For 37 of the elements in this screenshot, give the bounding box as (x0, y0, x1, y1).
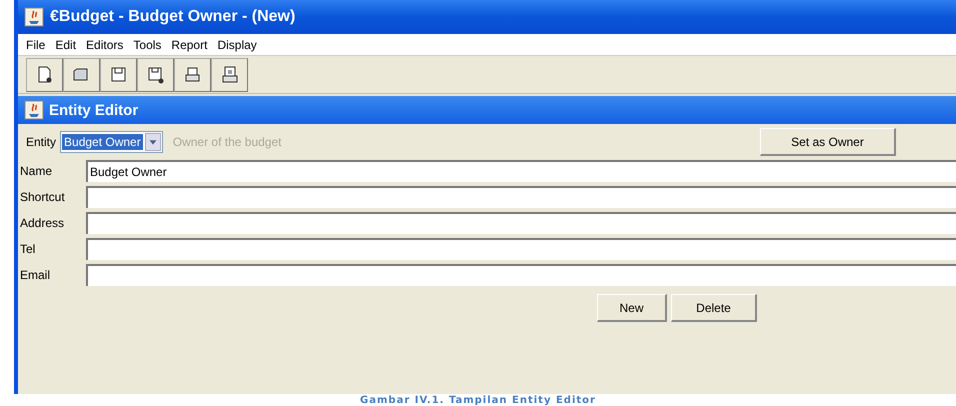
app-icon (24, 7, 44, 27)
window-title: €Budget - Budget Owner - (New) (50, 8, 296, 26)
toolbar-button[interactable] (63, 58, 100, 92)
menu-item[interactable]: File (22, 38, 50, 52)
print-preview-icon (220, 65, 239, 84)
save-as-icon (146, 65, 165, 84)
toolbar-button[interactable] (211, 58, 248, 92)
printer-icon (183, 65, 202, 84)
entity-dropdown[interactable]: Budget Owner (60, 131, 163, 153)
toolbar-button[interactable] (26, 58, 63, 92)
text-field[interactable]: Budget Owner (86, 160, 956, 182)
menu-item[interactable]: Tools (129, 38, 166, 52)
action-button[interactable]: Delete (671, 294, 757, 322)
menu-item[interactable]: Display (213, 38, 261, 52)
toolbar-button[interactable] (137, 58, 174, 92)
frame-title: Entity Editor (49, 102, 138, 118)
text-field[interactable] (86, 264, 956, 286)
frame-icon (24, 100, 44, 120)
field-label: Email (20, 268, 52, 282)
figure-caption: Gambar IV.1. Tampilan Entity Editor (360, 395, 596, 406)
field-label: Shortcut (20, 190, 66, 204)
action-button[interactable]: New (597, 294, 667, 322)
field-label: Address (20, 216, 66, 230)
field-label: Tel (20, 242, 36, 256)
menu-item[interactable]: Report (167, 38, 212, 52)
toolbar-button[interactable] (174, 58, 211, 92)
text-field[interactable] (86, 212, 956, 234)
toolbar-button[interactable] (100, 58, 137, 92)
save-icon (109, 65, 128, 84)
text-field[interactable] (86, 238, 956, 260)
text-field[interactable] (86, 186, 956, 208)
entity-description: Owner of the budget (172, 135, 282, 149)
menu-item[interactable]: Editors (82, 38, 128, 52)
set-as-owner-button[interactable]: Set as Owner (760, 128, 896, 156)
entity-label: Entity (26, 135, 56, 149)
field-label: Name (20, 164, 54, 178)
menu-item[interactable]: Edit (51, 38, 80, 52)
